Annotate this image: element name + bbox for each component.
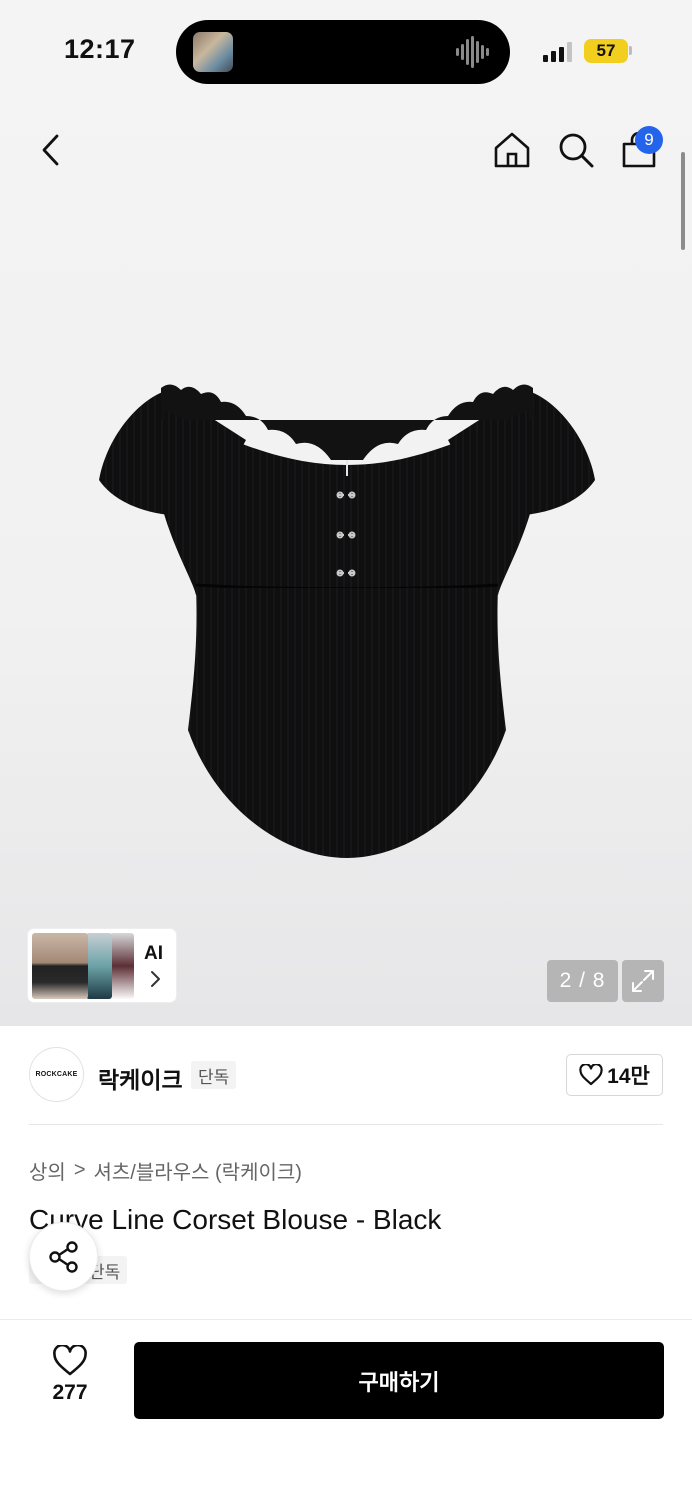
brand-like-button[interactable]: 14만 bbox=[566, 1054, 663, 1096]
chevron-left-icon bbox=[42, 134, 59, 166]
home-button[interactable] bbox=[492, 128, 532, 172]
breadcrumb: 상의 > 셔츠/블라우스 (락케이크) bbox=[29, 1156, 302, 1185]
fullscreen-button[interactable] bbox=[622, 960, 664, 1002]
chevron-right-icon bbox=[151, 971, 160, 987]
image-counter: 2 / 8 bbox=[547, 960, 618, 1002]
battery-indicator: 57 bbox=[584, 39, 628, 63]
back-button[interactable] bbox=[30, 128, 70, 172]
brand-name[interactable]: 락케이크 bbox=[98, 1061, 183, 1095]
cart-count-badge: 9 bbox=[635, 126, 663, 154]
heart-icon bbox=[53, 1345, 87, 1376]
model-thumbnail bbox=[32, 933, 88, 999]
dynamic-island[interactable] bbox=[176, 20, 510, 84]
wishlist-button[interactable]: 277 bbox=[40, 1345, 100, 1415]
breadcrumb-category[interactable]: 상의 bbox=[29, 1156, 66, 1185]
status-time: 12:17 bbox=[64, 34, 136, 64]
ai-label: AI bbox=[144, 943, 163, 964]
product-photo[interactable] bbox=[96, 380, 598, 860]
expand-icon bbox=[632, 970, 654, 992]
search-button[interactable] bbox=[555, 128, 597, 172]
heart-icon bbox=[579, 1064, 603, 1086]
search-icon bbox=[559, 133, 594, 168]
wishlist-count: 277 bbox=[52, 1381, 88, 1404]
model-thumbnail bbox=[110, 933, 134, 999]
share-icon bbox=[48, 1240, 78, 1273]
home-icon bbox=[494, 132, 530, 168]
ai-style-recommendation[interactable]: AI bbox=[28, 929, 176, 1002]
divider bbox=[29, 1124, 663, 1125]
brand-like-count: 14만 bbox=[607, 1065, 650, 1088]
cellular-signal-icon bbox=[543, 42, 572, 62]
product-title: Curve Line Corset Blouse - Black bbox=[29, 1204, 442, 1235]
brand-exclusive-tag: 단독 bbox=[191, 1061, 237, 1089]
buy-button[interactable]: 구매하기 bbox=[134, 1342, 664, 1419]
model-thumbnail bbox=[86, 933, 112, 999]
breadcrumb-separator: > bbox=[73, 1159, 86, 1181]
share-button[interactable] bbox=[29, 1222, 98, 1291]
now-playing-artwork bbox=[193, 32, 233, 72]
breadcrumb-subcategory[interactable]: 셔츠/블라우스 (락케이크) bbox=[94, 1156, 302, 1185]
scroll-indicator[interactable] bbox=[681, 152, 685, 250]
audio-waveform-icon bbox=[456, 36, 489, 68]
battery-cap bbox=[629, 46, 632, 55]
brand-logo[interactable]: ROCKCAKE bbox=[29, 1047, 84, 1102]
